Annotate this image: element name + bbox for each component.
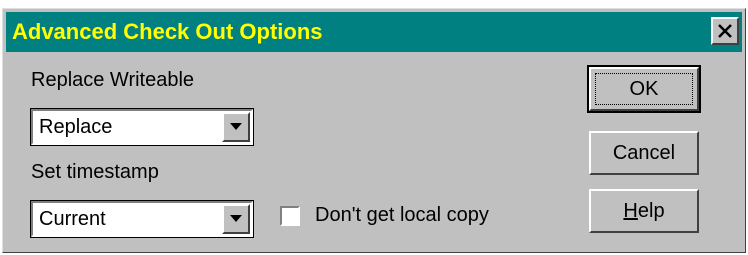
local-copy-checkbox[interactable] <box>280 206 300 226</box>
focus-rectangle <box>595 73 693 105</box>
set-timestamp-label: Set timestamp <box>31 161 159 183</box>
window-title: Advanced Check Out Options <box>12 19 323 44</box>
close-button[interactable] <box>711 17 739 45</box>
help-label-rest: elp <box>637 199 665 222</box>
local-copy-label[interactable]: Don't get local copy <box>315 204 489 227</box>
help-button[interactable]: Help <box>589 189 699 233</box>
cancel-button[interactable]: Cancel <box>589 131 699 175</box>
help-mnemonic: H <box>623 199 638 222</box>
advanced-check-out-dialog: Advanced Check Out Options Replace Write… <box>2 8 746 253</box>
replace-writeable-label: Replace Writeable <box>31 69 195 91</box>
title-bar[interactable]: Advanced Check Out Options <box>6 12 742 52</box>
replace-writeable-select[interactable]: Replace <box>30 108 254 146</box>
chevron-down-icon <box>230 123 242 130</box>
cancel-button-label: Cancel <box>612 141 676 164</box>
set-timestamp-dropdown-button[interactable] <box>222 204 250 234</box>
chevron-down-icon <box>230 215 242 222</box>
help-button-label: Help <box>623 200 664 223</box>
replace-writeable-value: Replace <box>39 116 113 138</box>
ok-button[interactable]: OK <box>587 65 701 113</box>
replace-writeable-dropdown-button[interactable] <box>222 112 250 142</box>
set-timestamp-value: Current <box>39 208 106 230</box>
close-icon <box>718 24 732 38</box>
set-timestamp-select[interactable]: Current <box>30 200 254 238</box>
